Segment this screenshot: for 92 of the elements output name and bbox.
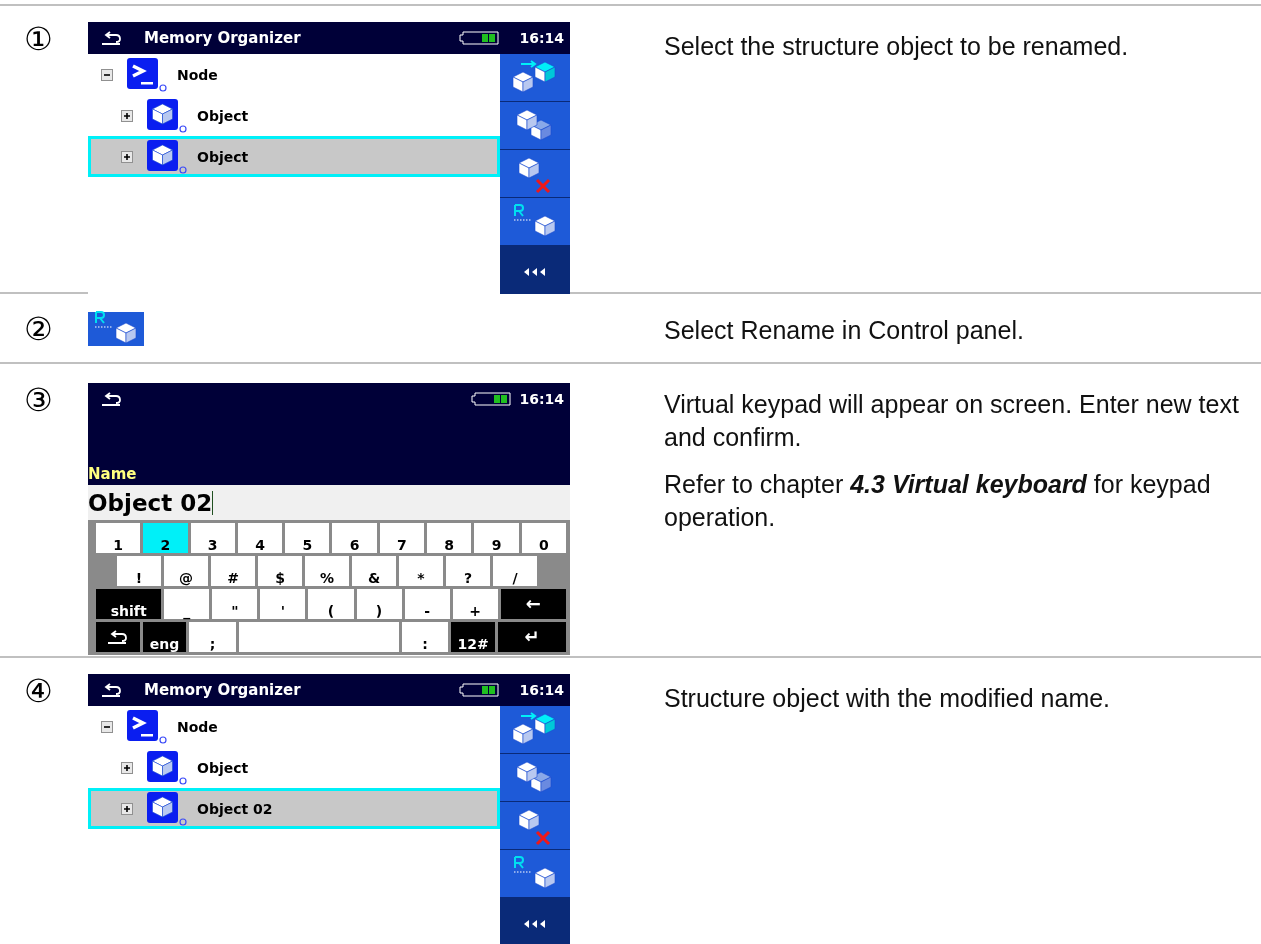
keyboard-key[interactable]: 5	[285, 523, 330, 553]
item-label: Object	[197, 148, 249, 165]
battery-icon	[459, 683, 500, 697]
cube-icon	[147, 791, 187, 826]
collapse-icon[interactable]	[101, 68, 113, 81]
instruction-text: Select Rename in Control panel.	[664, 315, 1025, 346]
keyboard-key[interactable]: #	[211, 556, 255, 586]
screen-title: Memory Organizer	[144, 681, 301, 699]
keyboard-key[interactable]: shift	[96, 589, 162, 619]
battery-icon	[459, 31, 500, 45]
copy-button[interactable]	[500, 754, 570, 802]
keyboard-key[interactable]: '	[260, 589, 306, 619]
keyboard-key[interactable]: 1	[96, 523, 141, 553]
keyboard-key[interactable]: ←	[500, 589, 566, 619]
triple-arrow-icon	[523, 267, 547, 277]
terminal-icon	[127, 57, 167, 92]
rename-button[interactable]	[500, 850, 570, 898]
collapse-icon[interactable]	[101, 720, 113, 733]
back-key[interactable]	[96, 622, 140, 652]
keyboard-key[interactable]: +	[452, 589, 498, 619]
keyboard-key[interactable]: 2	[143, 523, 188, 553]
keyboard-key[interactable]: 7	[379, 523, 425, 553]
keyboard-key[interactable]: 9	[474, 523, 519, 553]
expand-icon[interactable]	[121, 802, 133, 815]
tree-item[interactable]: Object	[88, 95, 500, 136]
step-number: ③	[23, 383, 53, 417]
delete-button[interactable]	[500, 150, 570, 198]
battery-icon	[471, 392, 512, 406]
keyboard-key[interactable]: 8	[427, 523, 472, 553]
item-label: Object	[197, 107, 249, 124]
keyboard-key[interactable]: &	[352, 556, 396, 586]
keyboard-key[interactable]: "	[212, 589, 258, 619]
field-label: Name	[88, 465, 137, 485]
keyboard-key[interactable]: 6	[332, 523, 377, 553]
cube-icon	[147, 750, 187, 785]
tree-item[interactable]: Object	[88, 747, 500, 788]
clock: 16:14	[519, 682, 564, 698]
keyboard-key[interactable]: ↵	[498, 622, 566, 652]
clock: 16:14	[519, 391, 564, 407]
keyboard-key[interactable]: )	[356, 589, 402, 619]
instruction-text: Refer to chapter 4.3 Virtual keyboard for keypad operation.	[664, 469, 1212, 533]
cube-icon	[147, 98, 187, 133]
back-icon[interactable]	[100, 391, 124, 407]
rename-button[interactable]	[88, 312, 144, 346]
move-button[interactable]	[500, 54, 570, 102]
keyboard-key[interactable]: 4	[237, 523, 283, 553]
triple-arrow-icon	[523, 919, 547, 929]
move-button[interactable]	[500, 706, 570, 754]
keyboard-key[interactable]: (	[308, 589, 354, 619]
keyboard-key[interactable]: !	[117, 556, 161, 586]
tree-item[interactable]: Object 02	[88, 788, 500, 829]
instruction-text: Select the structure object to be renamed.	[664, 31, 1130, 62]
tree-item[interactable]: Node	[88, 54, 500, 95]
step-number: ④	[23, 674, 53, 708]
tree-item[interactable]: Node	[88, 706, 500, 747]
keyboard-key[interactable]: $	[258, 556, 302, 586]
item-label: Node	[177, 718, 218, 735]
keyboard-key[interactable]: %	[305, 556, 349, 586]
item-label: Node	[177, 66, 218, 83]
expand-icon[interactable]	[121, 761, 133, 774]
back-icon[interactable]	[100, 682, 124, 698]
tree-item[interactable]: Object	[88, 136, 500, 177]
instruction-text: Virtual keypad will appear on screen. Enter new text and confirm.	[664, 389, 1239, 453]
keyboard-key[interactable]: -	[404, 589, 450, 619]
step-number: ①	[23, 22, 53, 56]
back-icon[interactable]	[105, 628, 130, 645]
item-label: Object	[197, 759, 249, 776]
expand-icon[interactable]	[121, 150, 133, 163]
item-label: Object 02	[197, 800, 273, 817]
copy-button[interactable]	[500, 102, 570, 150]
back-icon[interactable]	[100, 30, 124, 46]
keyboard-key[interactable]: *	[399, 556, 443, 586]
name-field[interactable]: Object 02	[88, 485, 570, 520]
terminal-icon	[127, 709, 167, 744]
instruction-text: Structure object with the modified name.	[664, 683, 1112, 714]
clock: 16:14	[519, 30, 564, 46]
expand-icon[interactable]	[121, 109, 133, 122]
rename-button[interactable]	[500, 198, 570, 246]
keyboard-key[interactable]: @	[164, 556, 208, 586]
keyboard-key[interactable]: _	[164, 589, 210, 619]
screen-title: Memory Organizer	[144, 29, 301, 47]
keyboard-key[interactable]: 0	[521, 523, 566, 553]
keyboard-key[interactable]: /	[493, 556, 537, 586]
keyboard-key[interactable]: 3	[190, 523, 235, 553]
cube-icon	[147, 139, 187, 174]
delete-button[interactable]	[500, 802, 570, 850]
keyboard-key[interactable]: ;	[189, 622, 237, 652]
keyboard-key[interactable]: eng	[142, 622, 187, 652]
keyboard-key[interactable]: ?	[446, 556, 490, 586]
keyboard-key[interactable]: :	[401, 622, 449, 652]
step-number: ②	[23, 312, 53, 346]
keyboard-key[interactable]: 12#	[451, 622, 496, 652]
